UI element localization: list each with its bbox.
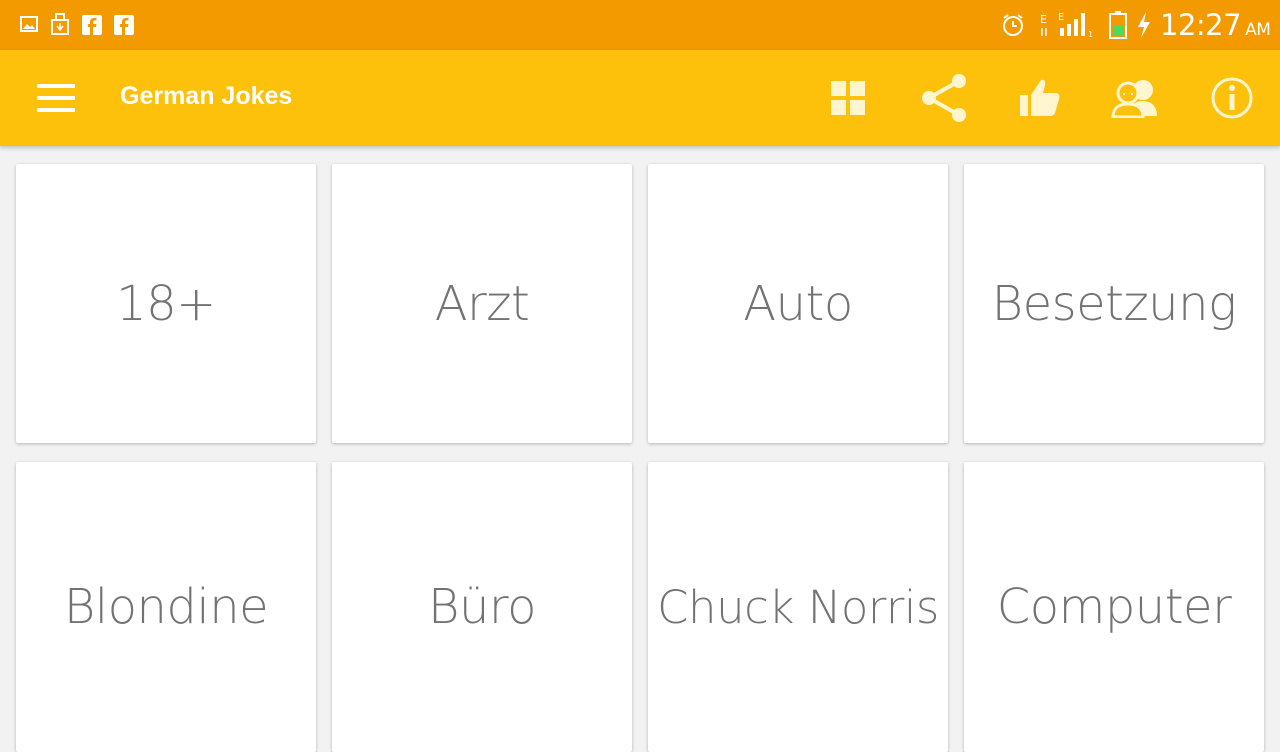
category-card-arzt[interactable]: Arzt (332, 164, 632, 443)
info-icon (1211, 77, 1253, 119)
category-card-auto[interactable]: Auto (648, 164, 948, 443)
thumbs-up-icon (1020, 79, 1060, 116)
category-card-blondine[interactable]: Blondine (16, 462, 316, 752)
facebook-icon (114, 15, 134, 39)
grid-icon (831, 81, 865, 115)
app-toolbar: German Jokes (0, 50, 1280, 146)
category-card-18plus[interactable]: 18+ (16, 164, 316, 443)
share-icon (922, 74, 966, 122)
gallery-icon (20, 15, 38, 37)
category-label: Auto (743, 275, 853, 332)
category-label: 18+ (116, 275, 216, 332)
network-e-icon: E (1038, 12, 1056, 42)
alarm-icon (1001, 13, 1025, 41)
category-card-besetzung[interactable]: Besetzung (964, 164, 1264, 443)
category-label: Besetzung (991, 275, 1237, 332)
svg-text:1: 1 (1088, 30, 1093, 38)
svg-text:E: E (1058, 12, 1064, 23)
menu-icon (37, 84, 75, 112)
category-label: Chuck Norris (657, 580, 939, 634)
battery-charging-icon (1108, 11, 1156, 43)
community-button[interactable] (1110, 72, 1162, 124)
facebook-icon (82, 15, 102, 39)
menu-button[interactable] (30, 72, 82, 124)
people-icon (1111, 80, 1157, 118)
category-card-buero[interactable]: Büro (332, 462, 632, 752)
category-label: Büro (428, 579, 536, 635)
category-label: Computer (996, 579, 1232, 635)
svg-text:E: E (1040, 13, 1047, 26)
category-label: Arzt (434, 275, 530, 332)
category-card-chuck-norris[interactable]: Chuck Norris (648, 462, 948, 752)
grid-view-button[interactable] (822, 72, 874, 124)
status-bar: E E1 12:27 AM (0, 0, 1280, 50)
category-card-computer[interactable]: Computer (964, 462, 1264, 752)
clock: 12:27 AM (1160, 8, 1271, 42)
usb-icon (50, 13, 70, 39)
info-button[interactable] (1206, 72, 1258, 124)
signal-icon: E1 (1056, 10, 1096, 42)
category-label: Blondine (63, 579, 269, 635)
share-button[interactable] (918, 72, 970, 124)
like-button[interactable] (1014, 72, 1066, 124)
app-title: German Jokes (120, 82, 293, 110)
